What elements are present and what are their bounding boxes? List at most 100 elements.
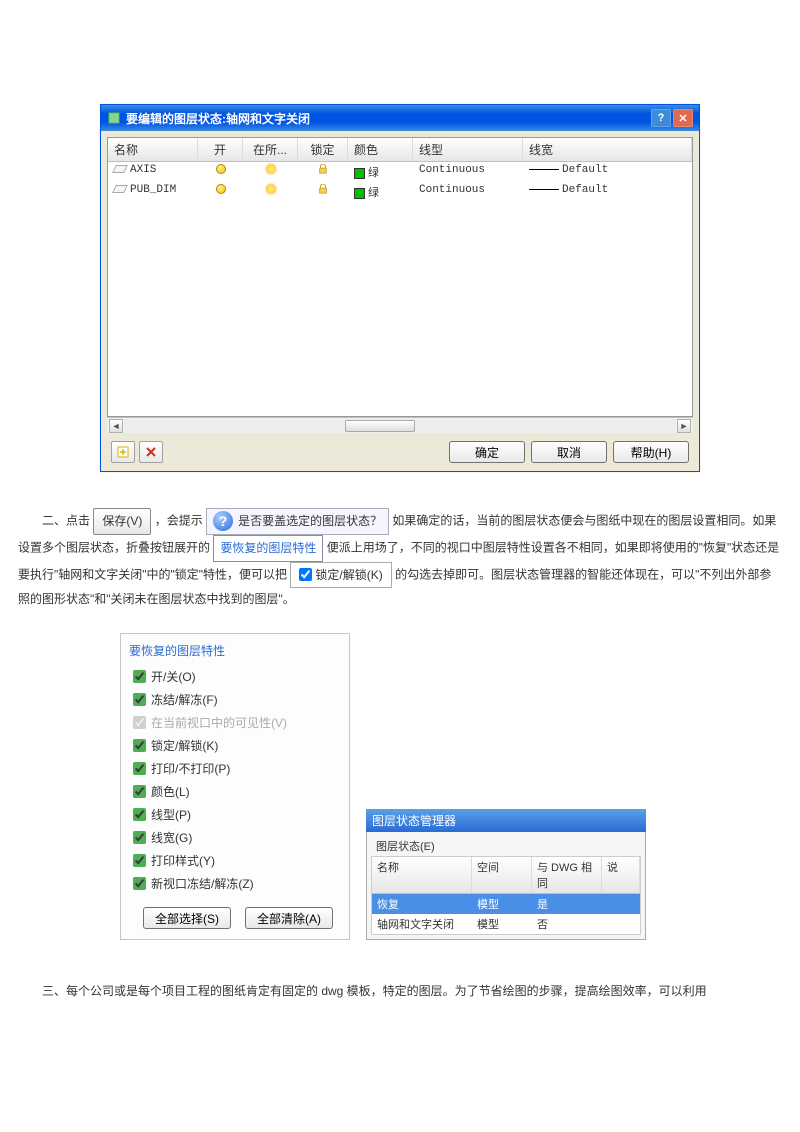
col-linetype[interactable]: 线型 [413, 138, 523, 161]
layer-list: 名称 开 在所... 锁定 颜色 线型 线宽 AXIS 绿 Continuous… [107, 137, 693, 417]
layer-row[interactable]: AXIS 绿 Continuous Default [108, 162, 692, 182]
question-icon: ? [213, 511, 233, 531]
property-checkbox-row[interactable]: 在当前视口中的可见性(V) [129, 711, 341, 734]
checkbox[interactable] [133, 716, 146, 729]
ok-button[interactable]: 确定 [449, 441, 525, 463]
checkbox[interactable] [133, 854, 146, 867]
paragraph-2: 二、点击 保存(V) ，会提示 ?是否要盖选定的图层状态？ 如果确定的话，当前的… [0, 508, 800, 611]
mgr-cell: 恢复 [372, 894, 472, 914]
col-freeze[interactable]: 在所... [243, 138, 298, 161]
checkbox-label: 新视口冻结/解冻(Z) [151, 875, 254, 892]
list-header: 名称 开 在所... 锁定 颜色 线型 线宽 [108, 138, 692, 162]
lock-unlock-checkbox-inline[interactable]: 锁定/解锁(K) [290, 562, 391, 589]
checkbox[interactable] [133, 693, 146, 706]
checkbox[interactable] [133, 762, 146, 775]
checkbox[interactable] [133, 739, 146, 752]
property-checkbox-row[interactable]: 打印/不打印(P) [129, 757, 341, 780]
scroll-right-icon[interactable]: ► [677, 419, 691, 433]
property-checkbox-row[interactable]: 打印样式(Y) [129, 849, 341, 872]
checkbox-label: 冻结/解冻(F) [151, 691, 218, 708]
lineweight-value[interactable]: Default [562, 164, 608, 176]
mgr-col-space[interactable]: 空间 [472, 857, 532, 893]
checkbox[interactable] [133, 831, 146, 844]
col-name[interactable]: 名称 [108, 138, 198, 161]
help-button[interactable]: 帮助(H) [613, 441, 689, 463]
mgr-group-label: 图层状态(E) [371, 836, 641, 856]
color-swatch[interactable] [354, 188, 365, 199]
mgr-col-name[interactable]: 名称 [372, 857, 472, 893]
mgr-row[interactable]: 轴网和文字关闭模型否 [372, 914, 640, 934]
mgr-cell: 模型 [472, 894, 532, 914]
app-icon [107, 111, 121, 125]
close-window-button[interactable]: ✕ [673, 109, 693, 127]
color-swatch[interactable] [354, 168, 365, 179]
clear-all-button[interactable]: 全部清除(A) [245, 907, 333, 929]
checkbox-label: 线宽(G) [151, 829, 192, 846]
new-layer-button[interactable] [111, 441, 135, 463]
col-lineweight[interactable]: 线宽 [523, 138, 692, 161]
property-checkbox-row[interactable]: 锁定/解锁(K) [129, 734, 341, 757]
restore-properties-panel: 要恢复的图层特性 开/关(O) 冻结/解冻(F) 在当前视口中的可见性(V) 锁定/解… [120, 633, 350, 940]
layer-name: PUB_DIM [130, 184, 176, 196]
help-window-button[interactable]: ? [651, 109, 671, 127]
mgr-cell: 模型 [472, 914, 532, 934]
checkbox-label: 颜色(L) [151, 783, 190, 800]
checkbox[interactable] [133, 785, 146, 798]
property-checkbox-row[interactable]: 颜色(L) [129, 780, 341, 803]
property-checkbox-row[interactable]: 新视口冻结/解冻(Z) [129, 872, 341, 895]
property-checkbox-row[interactable]: 冻结/解冻(F) [129, 688, 341, 711]
dialog-title: 要编辑的图层状态:轴网和文字关闭 [126, 110, 310, 127]
checkbox[interactable] [133, 877, 146, 890]
checkbox-label: 打印样式(Y) [151, 852, 215, 869]
scroll-left-icon[interactable]: ◄ [109, 419, 123, 433]
col-color[interactable]: 颜色 [348, 138, 413, 161]
panel-title: 要恢复的图层特性 [129, 640, 341, 665]
lineweight-preview [529, 189, 559, 190]
sun-icon[interactable] [266, 164, 276, 174]
lock-icon[interactable] [318, 184, 328, 194]
restore-props-link[interactable]: 要恢复的图层特性 [213, 535, 323, 562]
property-checkbox-row[interactable]: 线宽(G) [129, 826, 341, 849]
col-on[interactable]: 开 [198, 138, 243, 161]
bulb-icon[interactable] [216, 164, 226, 174]
lineweight-value[interactable]: Default [562, 184, 608, 196]
checkbox[interactable] [133, 670, 146, 683]
lineweight-preview [529, 169, 559, 170]
checkbox-label: 开/关(O) [151, 668, 196, 685]
checkbox-label: 锁定/解锁(K) [151, 737, 218, 754]
delete-layer-button[interactable] [139, 441, 163, 463]
horizontal-scrollbar[interactable]: ◄ ► [107, 417, 693, 433]
layer-state-edit-dialog: 要编辑的图层状态:轴网和文字关闭 ? ✕ 名称 开 在所... 锁定 颜色 线型… [100, 104, 700, 472]
checkbox[interactable] [299, 568, 312, 581]
color-label: 绿 [368, 168, 379, 180]
cancel-button[interactable]: 取消 [531, 441, 607, 463]
prompt-text: 是否要盖选定的图层状态？ [238, 510, 382, 533]
mgr-col-same[interactable]: 与 DWG 相同 [532, 857, 602, 893]
property-checkbox-row[interactable]: 线型(P) [129, 803, 341, 826]
lock-icon[interactable] [318, 164, 328, 174]
mgr-cell: 否 [532, 914, 602, 934]
dialog-titlebar[interactable]: 要编辑的图层状态:轴网和文字关闭 ? ✕ [101, 105, 699, 131]
mgr-col-desc[interactable]: 说 [602, 857, 640, 893]
checkbox-label: 锁定/解锁(K) [315, 564, 382, 587]
mgr-cell: 轴网和文字关闭 [372, 914, 472, 934]
confirm-prompt: ?是否要盖选定的图层状态？ [206, 508, 389, 535]
mgr-row[interactable]: 恢复模型是 [372, 894, 640, 914]
scroll-thumb[interactable] [345, 420, 415, 432]
scroll-track[interactable] [125, 419, 675, 433]
linetype-value[interactable]: Continuous [413, 182, 523, 202]
col-lock[interactable]: 锁定 [298, 138, 348, 161]
layer-state-manager-panel: 图层状态管理器 图层状态(E) 名称 空间 与 DWG 相同 说 恢复模型是轴网… [366, 809, 646, 940]
checkbox[interactable] [133, 808, 146, 821]
save-button-inline[interactable]: 保存(V) [93, 508, 151, 535]
sun-icon[interactable] [266, 184, 276, 194]
paragraph-3: 三、每个公司或是每个项目工程的图纸肯定有固定的 dwg 模板，特定的图层。为了节… [0, 980, 800, 1003]
linetype-value[interactable]: Continuous [413, 162, 523, 182]
select-all-button[interactable]: 全部选择(S) [143, 907, 231, 929]
layer-row[interactable]: PUB_DIM 绿 Continuous Default [108, 182, 692, 202]
bulb-icon[interactable] [216, 184, 226, 194]
mgr-title: 图层状态管理器 [366, 809, 646, 832]
property-checkbox-row[interactable]: 开/关(O) [129, 665, 341, 688]
text: 二、点击 [42, 514, 90, 528]
text: ，会提示 [155, 514, 203, 528]
